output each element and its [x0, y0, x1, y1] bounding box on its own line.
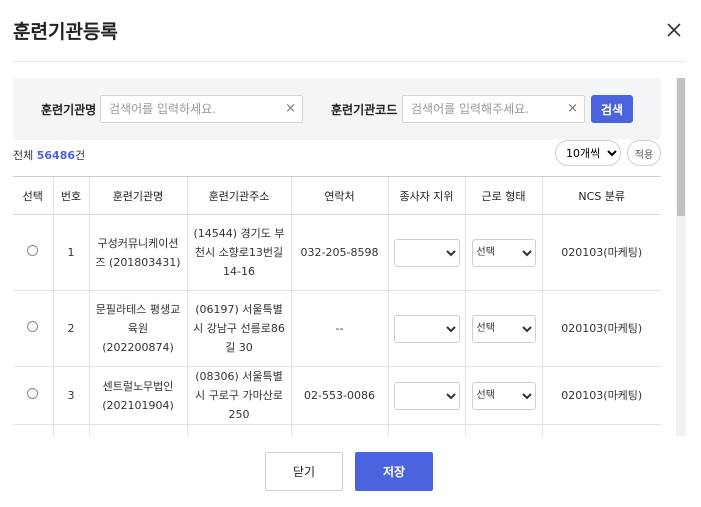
column-header: 훈련기관주소: [186, 176, 291, 215]
column-header: 연락처: [290, 176, 388, 215]
position-select[interactable]: [393, 314, 460, 343]
code-clear-icon[interactable]: ×: [567, 101, 578, 116]
save-button[interactable]: 저장: [355, 452, 433, 491]
scrollbar-thumb[interactable]: [677, 78, 685, 216]
row-select-radio[interactable]: [27, 388, 39, 399]
table-row: [13, 424, 661, 436]
total-prefix: 전체: [13, 149, 34, 162]
column-header: 근로 형태: [464, 176, 542, 215]
ncs-category: 020103(마케팅): [541, 214, 661, 291]
code-search-input[interactable]: [403, 96, 584, 122]
institution-phone: 02-553-0086: [290, 366, 388, 425]
code-search-label: 훈련기관코드: [331, 103, 398, 117]
close-icon[interactable]: [664, 20, 684, 40]
row-number: 2: [52, 290, 89, 367]
institution-address: (06197) 서울특별시 강남구 선릉로86길 30: [186, 290, 291, 367]
row-select-radio[interactable]: [27, 321, 39, 332]
ncs-category: 020103(마케팅): [541, 290, 661, 367]
column-header: 번호: [52, 176, 89, 215]
institution-phone: 032-205-8598: [290, 214, 388, 291]
position-select[interactable]: [393, 381, 460, 410]
column-header: 종사자 지위: [387, 176, 465, 215]
work-type-select[interactable]: 선택: [471, 381, 536, 410]
institution-table: 선택 번호 훈련기관명 훈련기관주소 연락처 종사자 지위 근로 형태 NCS …: [13, 176, 661, 436]
search-panel: 훈련기관명 × 훈련기관코드 × 검색: [13, 78, 661, 140]
institution-address: (14544) 경기도 부천시 소향로13번길 14-16: [186, 214, 291, 291]
row-number: 3: [52, 366, 89, 425]
modal-body: 훈련기관명 × 훈련기관코드 × 검색 전체 56486건 10개씩 적용 선택…: [13, 78, 686, 436]
modal-title: 훈련기관등록: [13, 21, 118, 43]
work-type-select[interactable]: 선택: [471, 314, 536, 343]
name-search-label: 훈련기관명: [41, 103, 97, 117]
institution-address: (08306) 서울특별시 구로구 가마산로 250: [186, 366, 291, 425]
header-divider: [13, 61, 686, 62]
per-page-select[interactable]: 10개씩: [555, 140, 621, 166]
column-header: 선택: [13, 176, 53, 215]
vertical-scrollbar[interactable]: [676, 78, 686, 436]
table-row: 1 구성커뮤니케이션즈 (201803431) (14544) 경기도 부천시 …: [13, 214, 661, 291]
row-select-radio[interactable]: [27, 245, 39, 256]
name-clear-icon[interactable]: ×: [285, 101, 296, 116]
name-search-field: ×: [100, 95, 303, 123]
total-count: 전체 56486건: [13, 147, 85, 163]
row-number: 1: [52, 214, 89, 291]
search-button[interactable]: 검색: [591, 95, 633, 123]
position-select[interactable]: [393, 238, 460, 267]
column-header: 훈련기관명: [88, 176, 187, 215]
total-number: 56486: [36, 149, 76, 162]
institution-name: 문필라테스 평생교육원 (202200874): [88, 290, 187, 367]
institution-name: 센트럴노무법인 (202101904): [88, 366, 187, 425]
institution-phone: --: [290, 290, 388, 367]
close-button[interactable]: 닫기: [265, 452, 343, 491]
apply-button[interactable]: 적용: [627, 140, 661, 166]
table-row: 3 센트럴노무법인 (202101904) (08306) 서울특별시 구로구 …: [13, 366, 661, 425]
modal-header: 훈련기관등록: [0, 0, 701, 62]
institution-name: 구성커뮤니케이션즈 (201803431): [88, 214, 187, 291]
column-header: NCS 분류: [541, 176, 661, 215]
table-row: 2 문필라테스 평생교육원 (202200874) (06197) 서울특별시 …: [13, 290, 661, 367]
table-header-row: 선택 번호 훈련기관명 훈련기관주소 연락처 종사자 지위 근로 형태 NCS …: [13, 176, 661, 215]
work-type-select[interactable]: 선택: [471, 238, 536, 267]
name-search-input[interactable]: [101, 96, 302, 122]
ncs-category: 020103(마케팅): [541, 366, 661, 425]
total-suffix: 건: [75, 149, 86, 162]
code-search-field: ×: [402, 95, 585, 123]
